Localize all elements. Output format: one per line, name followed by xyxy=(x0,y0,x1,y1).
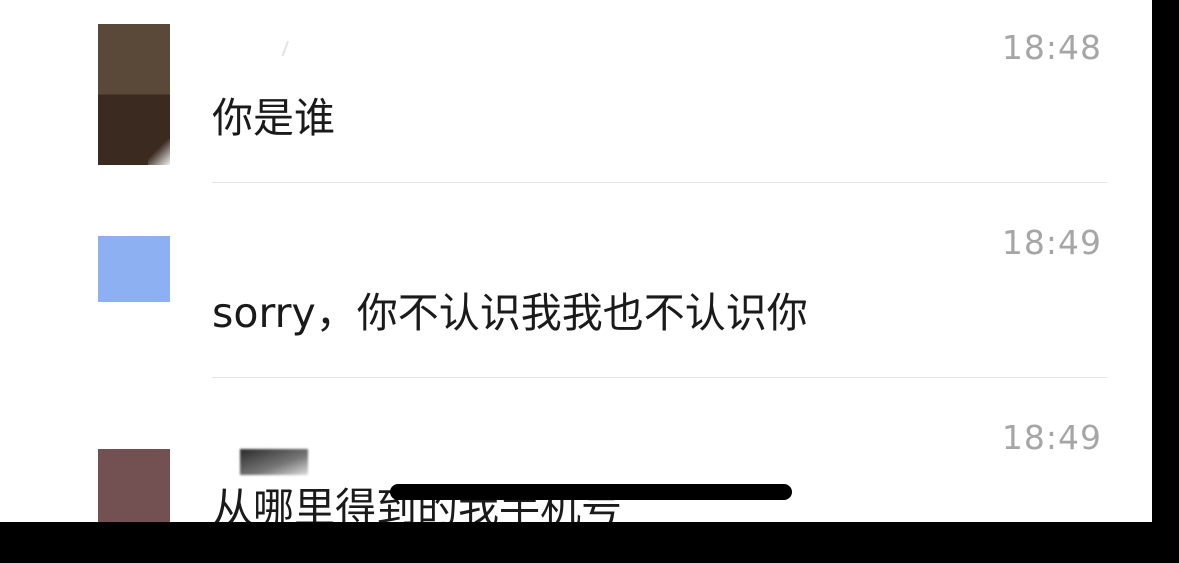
divider xyxy=(212,377,1107,378)
list-item[interactable]: 18:49 从哪里得到的我手机号 xyxy=(0,390,1152,522)
message-text: sorry，你不认识我我也不认识你 xyxy=(212,289,808,337)
blurred-name xyxy=(240,449,308,475)
blurred-name xyxy=(281,40,297,60)
avatar[interactable] xyxy=(98,24,170,165)
avatar[interactable] xyxy=(98,236,170,302)
avatar[interactable] xyxy=(98,449,170,522)
message-text: 你是谁 xyxy=(212,94,335,142)
home-indicator[interactable] xyxy=(390,484,792,500)
message-time: 18:49 xyxy=(1001,418,1102,457)
list-item[interactable]: 18:49 sorry，你不认识我我也不认识你 xyxy=(0,195,1152,390)
list-item[interactable]: 18:48 你是谁 xyxy=(0,0,1152,195)
message-time: 18:49 xyxy=(1001,223,1102,262)
divider xyxy=(212,182,1107,183)
chat-list: 18:48 你是谁 18:49 sorry，你不认识我我也不认识你 18:49 … xyxy=(0,0,1152,522)
message-time: 18:48 xyxy=(1001,28,1102,67)
